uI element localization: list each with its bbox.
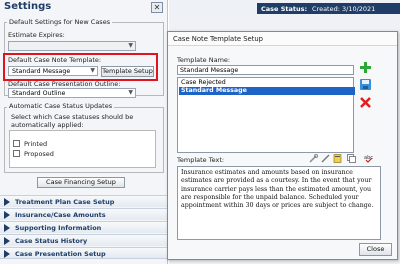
status-checkbox-proposed[interactable] xyxy=(13,150,20,157)
default-template-select[interactable]: Standard Message ▼ xyxy=(8,66,98,76)
status-checklist xyxy=(9,130,156,168)
history-icon xyxy=(4,237,10,245)
nav-item-insurance[interactable]: Insurance/Case Amounts xyxy=(0,208,167,220)
auto-status-group-label: Automatic Case Status Updates xyxy=(7,102,115,110)
case-status-label: Case Status: xyxy=(261,5,308,13)
chevron-down-icon: ▼ xyxy=(128,89,133,96)
auto-status-desc-1: Select which Case statuses should be xyxy=(11,113,134,121)
status-label-printed: Printed xyxy=(24,140,48,148)
template-name-input[interactable]: Standard Message xyxy=(177,65,354,75)
template-setup-button[interactable]: Template Setup xyxy=(101,66,154,77)
nav-item-treatment-plan[interactable]: Treatment Plan Case Setup xyxy=(0,195,167,207)
copy-icon[interactable] xyxy=(347,154,356,163)
close-icon[interactable]: ✕ xyxy=(151,2,163,13)
nav-item-supporting-info[interactable]: Supporting Information xyxy=(0,221,167,233)
template-name-label: Template Name: xyxy=(177,56,231,64)
list-item[interactable]: Case Rejected xyxy=(179,79,355,87)
info-icon xyxy=(4,224,10,232)
insurance-icon xyxy=(4,211,10,219)
presentation-icon xyxy=(4,250,10,258)
default-settings-group-label: Default Settings for New Cases xyxy=(7,18,113,26)
document-icon[interactable] xyxy=(333,154,342,163)
status-checkbox-printed[interactable] xyxy=(13,140,20,147)
presentation-outline-label: Default Case Presentation Outline: xyxy=(8,80,121,88)
spell-check-icon[interactable]: abc xyxy=(364,154,373,163)
close-button[interactable]: Close xyxy=(359,243,392,256)
add-icon[interactable] xyxy=(359,61,372,74)
estimate-expires-label: Estimate Expires: xyxy=(8,31,65,39)
tools-icon[interactable] xyxy=(309,154,318,163)
dialog-title: Case Note Template Setup xyxy=(173,35,264,43)
treatment-plan-icon xyxy=(4,198,10,206)
list-item[interactable]: Standard Message xyxy=(179,87,355,95)
template-list: Case Rejected Standard Message xyxy=(177,77,355,153)
case-financing-button[interactable]: Case Financing Setup xyxy=(37,177,125,188)
status-label-proposed: Proposed xyxy=(24,150,54,158)
delete-icon[interactable] xyxy=(359,96,372,109)
template-text-label: Template Text: xyxy=(177,156,225,164)
template-text-area[interactable]: Insurance estimates and amounts based on… xyxy=(177,166,381,240)
edit-icon[interactable] xyxy=(321,154,330,163)
auto-status-desc-2: automatically applied: xyxy=(11,121,84,129)
chevron-down-icon: ▼ xyxy=(128,42,133,49)
default-template-label: Default Case Note Template: xyxy=(8,56,102,64)
case-note-template-dialog: Case Note Template Setup Template Name: … xyxy=(167,31,398,260)
estimate-expires-select[interactable]: ▼ xyxy=(8,41,136,51)
chevron-down-icon: ▼ xyxy=(90,67,95,74)
case-status-value: Created: 3/10/2021 xyxy=(312,5,376,13)
save-icon[interactable] xyxy=(359,78,372,91)
settings-title: Settings xyxy=(4,1,52,12)
nav-item-status-history[interactable]: Case Status History xyxy=(0,234,167,246)
presentation-outline-select[interactable]: Standard Outline ▼ xyxy=(8,88,136,98)
case-status-bar: Case Status: Created: 3/10/2021 xyxy=(257,3,400,14)
nav-item-presentation-setup[interactable]: Case Presentation Setup xyxy=(0,247,167,259)
